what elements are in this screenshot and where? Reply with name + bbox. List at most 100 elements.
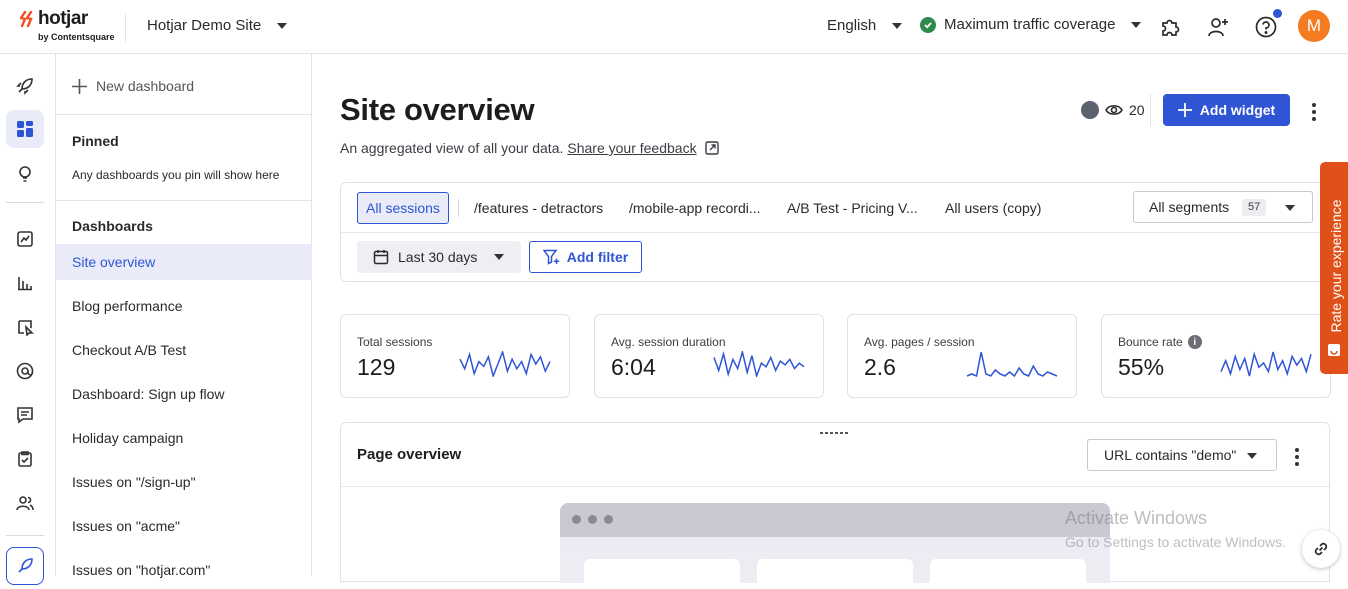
illustration-card <box>757 559 913 589</box>
lightbulb-icon[interactable] <box>6 155 44 193</box>
tab-features-detractors[interactable]: /features - detractors <box>466 192 611 224</box>
url-filter-label: URL contains "demo" <box>1104 447 1237 463</box>
plus-icon <box>72 78 87 94</box>
site-selector[interactable]: Hotjar Demo Site <box>147 17 288 34</box>
rate-experience-tab[interactable]: Rate your experience <box>1320 162 1348 374</box>
add-widget-button[interactable]: Add widget <box>1163 94 1290 126</box>
traffic-coverage-selector[interactable]: Maximum traffic coverage <box>920 16 1142 33</box>
integrations-puzzle-icon[interactable] <box>1157 14 1183 40</box>
new-dashboard-button[interactable]: New dashboard <box>72 78 194 94</box>
activate-windows-watermark: Activate Windows <box>1065 508 1208 528</box>
invite-user-icon[interactable] <box>1205 14 1231 40</box>
kpi-value: 2.6 <box>864 354 896 380</box>
rail-divider <box>6 202 44 203</box>
page-overview-header: Page overview URL contains "demo" <box>341 423 1331 487</box>
kpi-label: Total sessions <box>357 335 433 349</box>
icon-rail <box>0 54 56 585</box>
notification-badge <box>1273 9 1282 18</box>
plus-icon <box>1177 103 1192 117</box>
site-name: Hotjar Demo Site <box>147 17 262 34</box>
page-overview-title: Page overview <box>357 446 462 463</box>
chevron-down-icon <box>494 254 505 260</box>
more-options-icon[interactable] <box>1294 448 1300 466</box>
sparkline-path <box>713 351 805 377</box>
kpi-bounce-rate[interactable]: Bounce rate i 55% <box>1101 314 1331 398</box>
sidebar-item-holiday-campaign[interactable]: Holiday campaign <box>56 420 312 456</box>
more-options-icon[interactable] <box>1311 103 1317 121</box>
tab-mobile-app-recordings[interactable]: /mobile-app recordi... <box>621 192 769 224</box>
add-filter-button[interactable]: Add filter <box>529 241 642 273</box>
add-widget-label: Add widget <box>1199 102 1276 118</box>
sidebar-item-issues-sign-up[interactable]: Issues on "/sign-up" <box>56 464 312 500</box>
feedback-chat-icon[interactable] <box>6 396 44 434</box>
feedback-smile-icon <box>1328 344 1340 356</box>
kpi-avg-pages-per-session[interactable]: Avg. pages / session 2.6 <box>847 314 1077 398</box>
logo-text: hotjar <box>38 8 88 29</box>
header-divider <box>125 14 126 42</box>
language-label: English <box>827 17 877 34</box>
sidebar-item-sign-up-flow[interactable]: Dashboard: Sign up flow <box>56 376 312 412</box>
sidebar-divider <box>56 114 312 115</box>
kpi-avg-session-duration[interactable]: Avg. session duration 6:04 <box>594 314 824 398</box>
sidebar-item-issues-acme[interactable]: Issues on "acme" <box>56 508 312 544</box>
top-bar: hotjar by Contentsquare Hotjar Demo Site… <box>0 0 1348 54</box>
sparkline <box>966 351 1058 377</box>
info-icon[interactable]: i <box>1187 335 1202 349</box>
calendar-icon <box>373 250 389 265</box>
rail-divider <box>6 535 44 536</box>
share-feedback-link[interactable]: Share your feedback <box>567 140 696 156</box>
surveys-at-icon[interactable] <box>6 352 44 390</box>
tab-ab-test-pricing[interactable]: A/B Test - Pricing V... <box>779 192 926 224</box>
browser-dot <box>572 515 581 524</box>
sidebar-item-checkout-ab-test[interactable]: Checkout A/B Test <box>56 332 312 368</box>
sidebar-item-site-overview[interactable]: Site overview <box>56 244 312 280</box>
trends-chart-icon[interactable] <box>6 220 44 258</box>
dashboard-viewers[interactable]: 20 <box>1081 101 1145 119</box>
hotjar-logo[interactable]: hotjar by Contentsquare <box>20 8 120 44</box>
drag-handle-icon[interactable] <box>820 432 848 434</box>
subtitle-text: An aggregated view of all your data. <box>340 140 564 156</box>
filter-plus-icon <box>542 249 559 265</box>
chevron-down-icon <box>1247 453 1257 459</box>
chevron-down-icon <box>892 23 903 30</box>
tasks-clipboard-icon[interactable] <box>6 440 44 478</box>
link-icon[interactable] <box>1302 530 1340 568</box>
date-range-select[interactable]: Last 30 days <box>357 241 521 273</box>
users-icon[interactable] <box>6 484 44 522</box>
viewer-count: 20 <box>1129 102 1145 118</box>
user-avatar[interactable]: M <box>1298 10 1330 42</box>
help-icon[interactable] <box>1253 14 1279 40</box>
segment-filter-card: All sessions /features - detractors /mob… <box>340 182 1331 282</box>
recordings-cursor-icon[interactable] <box>6 308 44 346</box>
new-dashboard-label: New dashboard <box>96 78 195 94</box>
segment-tabs-row: All sessions /features - detractors /mob… <box>341 183 1331 233</box>
kpi-total-sessions[interactable]: Total sessions 129 <box>340 314 570 398</box>
page-title: Site overview <box>340 92 535 127</box>
getting-started-rocket-icon[interactable] <box>6 547 44 585</box>
kpi-label: Bounce rate <box>1118 335 1183 349</box>
tab-all-users-copy[interactable]: All users (copy) <box>937 192 1049 224</box>
kpi-label: Avg. pages / session <box>864 335 975 349</box>
kpi-label-row: Bounce rate i <box>1118 335 1202 349</box>
browser-dot <box>588 515 597 524</box>
segments-label: All segments <box>1149 199 1230 215</box>
heatmap-bars-icon[interactable] <box>6 264 44 302</box>
all-segments-select[interactable]: All segments 57 <box>1133 191 1313 223</box>
url-filter-select[interactable]: URL contains "demo" <box>1087 439 1277 471</box>
add-filter-label: Add filter <box>566 249 629 265</box>
sidebar-item-blog-performance[interactable]: Blog performance <box>56 288 312 324</box>
pinned-note: Any dashboards you pin will show here <box>72 168 280 182</box>
sparkline-path <box>1220 351 1312 377</box>
tab-all-sessions[interactable]: All sessions <box>357 192 449 224</box>
language-selector[interactable]: English <box>827 17 903 34</box>
dashboard-grid-icon[interactable] <box>6 110 44 148</box>
eye-icon <box>1105 105 1123 115</box>
kpi-value: 55% <box>1118 354 1165 380</box>
rocket-icon[interactable] <box>6 67 44 105</box>
sidebar-item-issues-hotjar[interactable]: Issues on "hotjar.com" <box>56 552 312 588</box>
page-subtitle: An aggregated view of all your data. Sha… <box>340 140 719 156</box>
sidebar-divider <box>56 200 312 201</box>
sparkline-path <box>459 351 551 377</box>
main-content: Site overview An aggregated view of all … <box>312 54 1348 589</box>
activate-windows-subtext: Go to Settings to activate Windows. <box>1065 534 1286 550</box>
